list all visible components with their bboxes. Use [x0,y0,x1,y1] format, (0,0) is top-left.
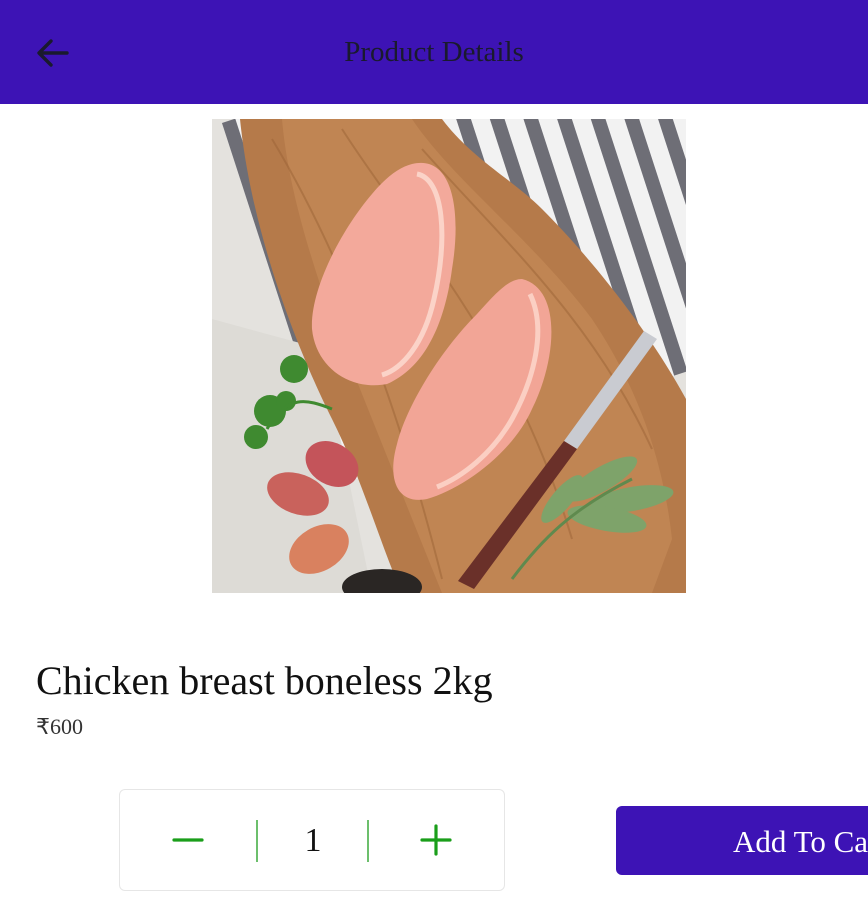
app-bar: Product Details [0,0,868,104]
minus-icon[interactable] [168,820,208,860]
stepper-divider-right [367,820,369,862]
plus-icon[interactable] [416,820,456,860]
product-name: Chicken breast boneless 2kg [36,658,493,703]
quantity-stepper: 1 [119,789,505,891]
quantity-value: 1 [304,822,322,859]
product-price: ₹600 [36,714,83,739]
stepper-divider-left [256,820,258,862]
page-title: Product Details [344,36,524,68]
product-image [212,119,686,593]
add-to-cart-button[interactable]: Add To Cart [616,806,868,875]
